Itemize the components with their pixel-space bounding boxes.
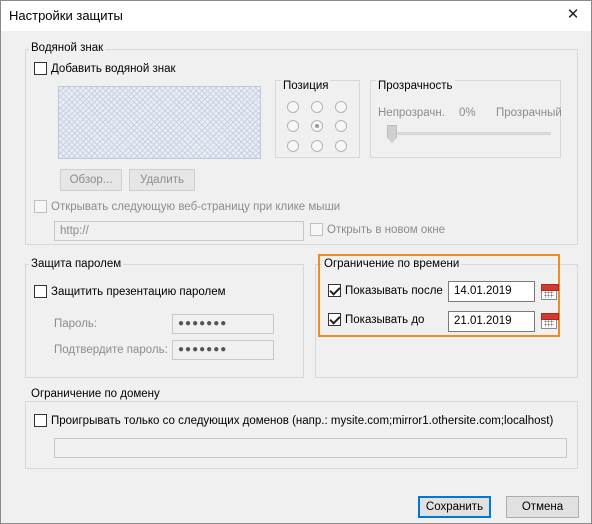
show-until-date-input[interactable]: 21.01.2019 (448, 311, 535, 332)
transparency-value: 0% (459, 107, 476, 119)
domain-group (25, 401, 578, 469)
show-after-checkbox-box[interactable] (328, 284, 341, 297)
url-input[interactable]: http:// (54, 221, 304, 241)
delete-button[interactable]: Удалить (129, 169, 195, 191)
password-group-title: Защита паролем (29, 258, 124, 270)
position-radio-bottom-left[interactable] (287, 140, 299, 152)
calendar-icon[interactable] (541, 284, 559, 300)
show-until-checkbox-box[interactable] (328, 313, 341, 326)
position-radio-top-right[interactable] (335, 101, 347, 113)
position-radio-bottom-right[interactable] (335, 140, 347, 152)
transparency-transparent-label: Прозрачный (496, 107, 562, 119)
add-watermark-label: Добавить водяной знак (51, 62, 176, 75)
title-bar: Настройки защиты ✕ (1, 1, 591, 31)
show-after-checkbox[interactable]: Показывать после (328, 284, 443, 297)
show-after-label: Показывать после (345, 284, 443, 297)
confirm-password-label: Подтвердите пароль: (54, 344, 168, 356)
new-window-checkbox[interactable]: Открыть в новом окне (310, 223, 445, 236)
open-url-checkbox-box[interactable] (34, 200, 47, 213)
position-radio-top-center[interactable] (311, 101, 323, 113)
confirm-password-input[interactable]: ●●●●●●● (172, 340, 274, 360)
open-url-checkbox[interactable]: Открывать следующую веб-страницу при кли… (34, 200, 340, 213)
password-label: Пароль: (54, 318, 98, 330)
position-radio-middle-left[interactable] (287, 120, 299, 132)
add-watermark-checkbox[interactable]: Добавить водяной знак (34, 62, 176, 75)
position-radio-bottom-center[interactable] (311, 140, 323, 152)
position-group-title: Позиция (281, 80, 331, 92)
transparency-group-title: Прозрачность (376, 80, 455, 92)
time-limit-group-title: Ограничение по времени (322, 258, 462, 270)
open-url-label: Открывать следующую веб-страницу при кли… (51, 200, 341, 213)
new-window-label: Открыть в новом окне (327, 223, 446, 236)
cancel-button[interactable]: Отмена (506, 496, 579, 518)
dialog-title: Настройки защиты (9, 8, 123, 23)
watermark-group-title: Водяной знак (29, 42, 106, 54)
domain-restrict-label: Проигрывать только со следующих доменов … (51, 414, 554, 427)
transparency-slider-track[interactable] (394, 132, 551, 135)
new-window-checkbox-box[interactable] (310, 223, 323, 236)
protect-password-checkbox[interactable]: Защитить презентацию паролем (34, 285, 226, 298)
domain-restrict-checkbox-box[interactable] (34, 414, 47, 427)
domain-restrict-checkbox[interactable]: Проигрывать только со следующих доменов … (34, 414, 553, 427)
add-watermark-checkbox-box[interactable] (34, 62, 47, 75)
domain-group-title: Ограничение по домену (29, 388, 162, 400)
protect-password-label: Защитить презентацию паролем (51, 285, 226, 298)
close-icon[interactable]: ✕ (561, 4, 585, 26)
protection-settings-dialog: Настройки защиты ✕ Водяной знак Добавить… (0, 0, 592, 524)
save-button[interactable]: Сохранить (418, 496, 491, 518)
position-radio-middle-right[interactable] (335, 120, 347, 132)
watermark-preview (58, 86, 261, 159)
password-input[interactable]: ●●●●●●● (172, 314, 274, 334)
show-until-checkbox[interactable]: Показывать до (328, 313, 424, 326)
show-until-label: Показывать до (345, 313, 425, 326)
calendar-icon[interactable] (541, 313, 559, 329)
browse-button[interactable]: Обзор... (60, 169, 122, 191)
position-radio-center[interactable] (311, 120, 323, 132)
position-radio-top-left[interactable] (287, 101, 299, 113)
transparency-opaque-label: Непрозрачн. (378, 107, 445, 119)
show-after-date-input[interactable]: 14.01.2019 (448, 281, 535, 302)
domains-input[interactable] (54, 438, 567, 458)
protect-password-checkbox-box[interactable] (34, 285, 47, 298)
